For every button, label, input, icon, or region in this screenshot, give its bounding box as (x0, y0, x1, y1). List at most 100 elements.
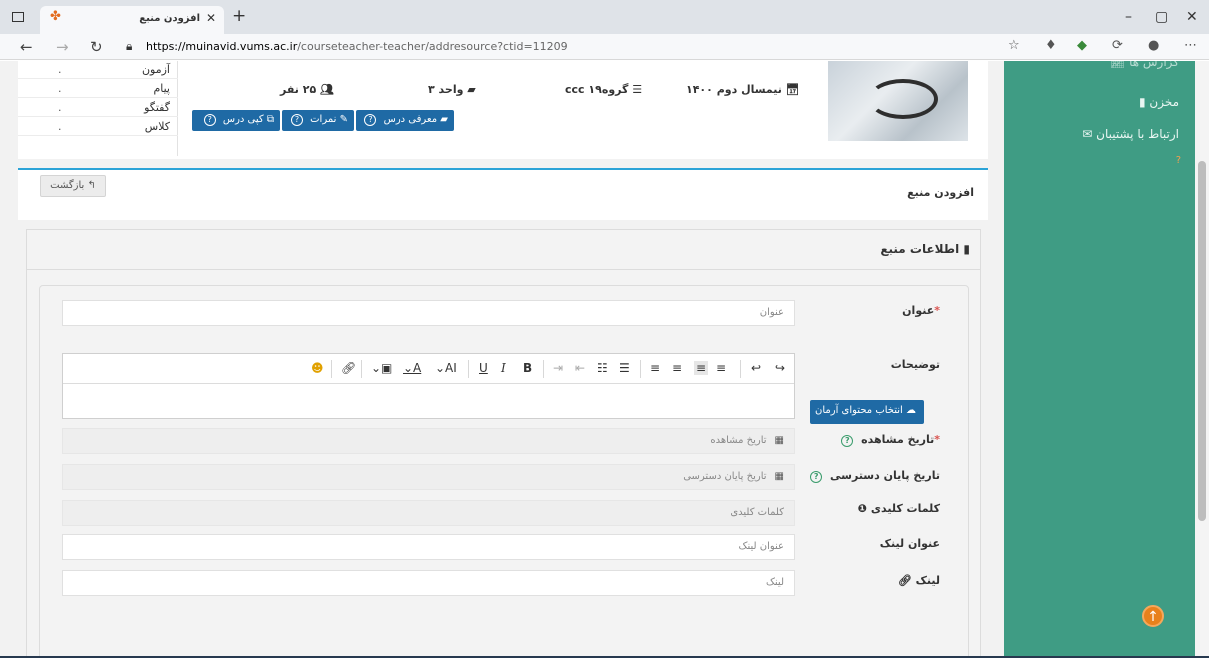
link-icon[interactable]: 🔗︎ (341, 361, 356, 375)
help-icon: ? (290, 114, 303, 126)
sidebar-item-repository[interactable]: مخزن ▮ (1139, 95, 1179, 109)
sidebar-item-label: گزارش ها (1129, 61, 1179, 69)
highlight-color-icon[interactable]: ⌄▣ (371, 361, 392, 375)
title-input[interactable]: عنوان (62, 300, 795, 326)
students-text: ۲۵ نفر (280, 83, 317, 96)
link-label: لینک 🔗︎ (898, 574, 940, 587)
select-content-button[interactable]: ☁ انتخاب محتوای آرمان (810, 400, 924, 424)
numbered-list-icon[interactable]: ☷ (597, 361, 608, 375)
calendar-icon: ▦ (774, 471, 784, 482)
menu-item-label: پیام (153, 82, 170, 95)
stethoscope-graphic (868, 79, 938, 119)
panel-header: ▮ اطلاعات منبع (27, 230, 980, 270)
bullet-list-icon[interactable]: ☰ (619, 361, 630, 375)
page-header: افزودن منبع ↰ بازگشت (18, 170, 988, 220)
panel-title: ▮ اطلاعات منبع (880, 242, 970, 256)
italic-icon[interactable]: I (501, 361, 506, 375)
url-field[interactable]: 🔒︎ https://muinavid.vums.ac.ir/coursetea… (118, 37, 998, 57)
help-icon[interactable]: ? (841, 435, 854, 447)
back-button[interactable]: ↰ بازگشت (40, 175, 106, 197)
browser-tab[interactable]: ✤ افزودن منبع ✕ (40, 6, 224, 34)
scroll-to-top-button[interactable]: ↑ (1142, 605, 1164, 627)
units-text: واحد ۳ (428, 83, 464, 96)
copy-label: کپی درس (222, 114, 264, 125)
link-input[interactable]: لینک (62, 570, 795, 596)
course-students: 👥︎ ۲۵ نفر (280, 83, 334, 96)
semester-text: نیمسال دوم ۱۴۰۰ (686, 83, 782, 96)
sidebar-item-reports[interactable]: گزارش ها 📈︎ (1110, 61, 1179, 69)
profile-avatar-icon[interactable]: ● (1148, 38, 1159, 53)
underline-icon[interactable]: U (479, 361, 488, 375)
tab-close-icon[interactable]: ✕ (206, 11, 216, 25)
course-menu-item[interactable]: آزمون . (18, 61, 178, 79)
minimize-icon[interactable]: – (1125, 9, 1132, 25)
view-date-input[interactable]: ▦ تاریخ مشاهده (62, 428, 795, 454)
title-label: *عنوان (902, 304, 940, 317)
course-menu-item[interactable]: گفتگو . (18, 99, 178, 117)
view-date-placeholder: تاریخ مشاهده (710, 435, 767, 446)
required-marker: * (934, 304, 940, 317)
sidebar-item-label: مخزن (1149, 95, 1179, 109)
select-content-label: انتخاب محتوای آرمان (815, 405, 903, 416)
extension-icon[interactable]: ♦ (1045, 38, 1057, 53)
keywords-placeholder: کلمات کلیدی (730, 507, 784, 518)
undo-icon[interactable]: ↩ (751, 361, 761, 375)
page-scrollbar[interactable] (1195, 61, 1209, 656)
tab-title: افزودن منبع (139, 13, 200, 24)
info-icon[interactable]: ❶ (858, 502, 867, 515)
collections-icon[interactable]: ⟳ (1112, 38, 1123, 53)
align-right-icon[interactable]: ≡ (694, 361, 709, 375)
copy-icon: ⧉ (266, 114, 274, 125)
help-icon[interactable]: ? (810, 471, 823, 483)
toolbar-separator (740, 360, 741, 378)
back-label: بازگشت (50, 180, 85, 191)
toolbar-separator (361, 360, 362, 378)
help-icon: ? (364, 114, 377, 126)
close-window-icon[interactable]: ✕ (1186, 9, 1198, 25)
outdent-icon[interactable]: ⇤ (575, 361, 585, 375)
align-justify-icon[interactable]: ≡ (650, 361, 660, 375)
restore-icon[interactable]: ▢ (1155, 9, 1168, 25)
extension-leaf-icon[interactable]: ◆ (1077, 38, 1087, 53)
bold-icon[interactable]: B (523, 361, 532, 375)
course-copy-button[interactable]: ⧉ کپی درس ? (192, 110, 280, 131)
view-date-label: *تاریخ مشاهده ? (841, 433, 940, 447)
forward-arrow-icon[interactable]: → (56, 38, 69, 56)
help-icon[interactable]: ? (1176, 155, 1181, 166)
keywords-label-text: کلمات کلیدی (870, 502, 940, 515)
lock-icon: 🔒︎ (126, 39, 133, 53)
keywords-input[interactable]: کلمات کلیدی (62, 500, 795, 526)
sidebar: گزارش ها 📈︎ مخزن ▮ ارتباط با پشتیبان ✉ ?… (1004, 61, 1195, 656)
reply-arrow-icon: ↰ (87, 180, 96, 191)
text-color-icon[interactable]: ⌄A (403, 361, 421, 375)
course-group: ☰ گروه۱۹ ccc (565, 83, 643, 96)
align-left-icon[interactable]: ≡ (716, 361, 726, 375)
align-center-icon[interactable]: ≡ (672, 361, 682, 375)
description-label: توضیحات (890, 358, 940, 371)
sidebar-item-support[interactable]: ارتباط با پشتیبان ✉ (1082, 127, 1179, 141)
back-arrow-icon[interactable]: ← (20, 38, 33, 56)
more-options-icon[interactable]: ⋯ (1184, 38, 1197, 53)
new-tab-icon[interactable]: + (232, 6, 246, 26)
end-date-input[interactable]: ▦ تاریخ پایان دسترسی (62, 464, 795, 490)
description-editor[interactable]: ↪ ↩ ≡ ≡ ≡ ≡ ☰ ☷ ⇤ ⇥ B I U ⌄AI ⌄A ⌄▣ 🔗︎ ☻ (62, 353, 795, 419)
resource-info-panel: ▮ اطلاعات منبع *عنوان عنوان توضیحات ↪ ↩ … (26, 229, 981, 658)
course-grades-button[interactable]: ✎ نمرات ? (282, 110, 354, 131)
course-intro-button[interactable]: ▰ معرفی درس ? (356, 110, 454, 131)
help-icon: ? (203, 114, 216, 126)
link-title-input[interactable]: عنوان لینک (62, 534, 795, 560)
end-date-label-text: تاریخ پایان دسترسی (830, 469, 940, 482)
redo-icon[interactable]: ↪ (775, 361, 785, 375)
favorite-star-icon[interactable]: ☆ (1008, 38, 1020, 53)
scrollbar-thumb[interactable] (1198, 161, 1206, 521)
link-placeholder: لینک (765, 577, 784, 588)
font-size-icon[interactable]: ⌄AI (435, 361, 457, 375)
indent-icon[interactable]: ⇥ (553, 361, 563, 375)
window-menu-icon[interactable] (12, 12, 24, 22)
course-menu-item[interactable]: کلاس . (18, 118, 178, 136)
url-path: /courseteacher-teacher/addresource?ctid=… (297, 40, 568, 53)
emoji-icon[interactable]: ☻ (311, 361, 324, 375)
course-menu-item[interactable]: پیام . (18, 80, 178, 98)
course-header-card: آزمون . پیام . گفتگو . کلاس . 📅︎ نیمسال … (18, 61, 988, 159)
reload-icon[interactable]: ↻ (90, 38, 103, 56)
